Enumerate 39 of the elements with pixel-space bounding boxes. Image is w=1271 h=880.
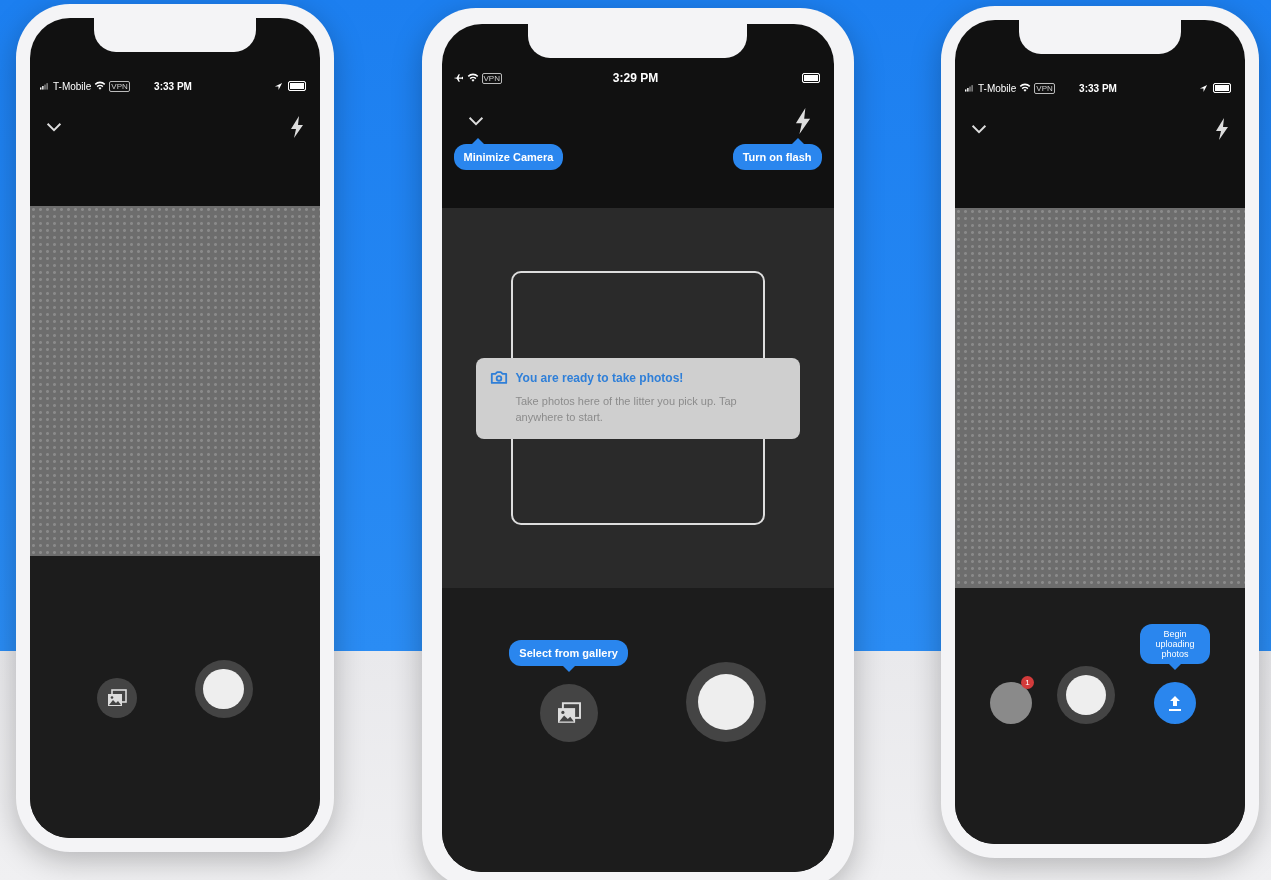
lightning-bolt-icon[interactable]	[793, 108, 812, 134]
chevron-down-icon[interactable]	[467, 116, 484, 126]
battery-icon	[801, 73, 820, 83]
upload-arrow-icon	[1168, 695, 1182, 711]
status-time: 3:33 PM	[154, 80, 192, 92]
pictures-icon	[555, 702, 582, 724]
select-from-gallery-tooltip: Select from gallery	[509, 640, 628, 672]
wifi-icon	[94, 81, 107, 91]
upload-button[interactable]	[1154, 682, 1196, 724]
camera-icon	[489, 370, 508, 385]
vpn-badge: VPN	[109, 80, 130, 92]
carrier-name: T-Mobile	[978, 82, 1017, 94]
lightning-bolt-icon[interactable]	[1215, 118, 1229, 140]
notice-title: You are ready to take photos!	[515, 370, 684, 385]
battery-icon	[1213, 83, 1231, 93]
signal-icon	[965, 84, 975, 92]
vpn-badge: VPN	[481, 72, 502, 84]
begin-uploading-tooltip: Begin uploading photos	[1140, 624, 1210, 670]
status-time: 3:29 PM	[612, 71, 659, 85]
status-time: 3:33 PM	[1079, 82, 1117, 94]
photo-thumbnail[interactable]	[990, 682, 1032, 724]
vpn-badge: VPN	[1034, 82, 1055, 94]
signal-icon	[40, 82, 50, 90]
location-arrow-icon	[274, 81, 283, 91]
count-badge: 1	[1021, 676, 1034, 689]
carrier-name: T-Mobile	[53, 80, 92, 92]
minimize-camera-tooltip: Minimize Camera	[453, 138, 564, 170]
chevron-down-icon[interactable]	[46, 122, 62, 132]
battery-icon	[288, 81, 306, 91]
chevron-down-icon[interactable]	[971, 124, 987, 134]
wifi-icon	[1019, 83, 1032, 93]
pictures-icon	[107, 689, 128, 707]
notice-text: Take photos here of the litter you pick up. Tap anywhere to start.	[515, 394, 738, 425]
camera-preview[interactable]: You are ready to take photos! Take photos here of the litter you pick up. Tap anywhere to start.	[441, 208, 834, 588]
turn-on-flash-tooltip: Turn on flash	[732, 138, 822, 170]
gallery-button[interactable]	[97, 678, 138, 718]
location-arrow-icon	[1199, 83, 1208, 93]
wifi-icon	[466, 73, 479, 83]
lightning-bolt-icon[interactable]	[290, 116, 304, 138]
